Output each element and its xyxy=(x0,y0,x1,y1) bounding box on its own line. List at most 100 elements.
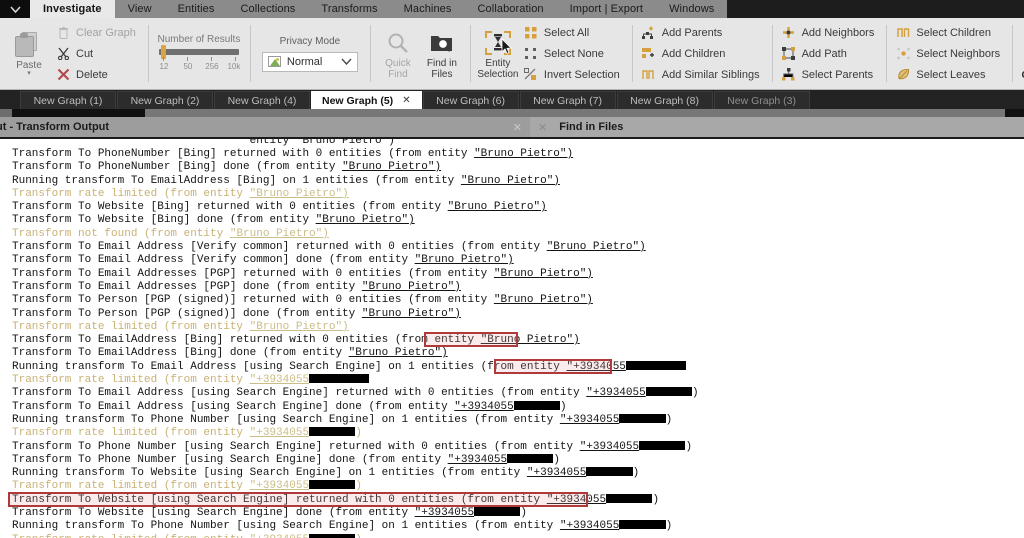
graph-tab-5[interactable]: New Graph (5) ✕ xyxy=(311,91,422,109)
ribbon-group-bookmarks: Select Bookmarked ▾ Select by Type ▾ Sel… xyxy=(1012,18,1024,89)
log-line: Transform rate limited (from entity "+39… xyxy=(0,427,1024,440)
find-in-files-panel-header[interactable]: ✕ Find in Files xyxy=(530,117,1024,137)
log-line-message: Transform To PhoneNumber [Bing] done (fr… xyxy=(12,161,343,174)
log-line: Transform To Email Address [Verify commo… xyxy=(0,241,1024,254)
select-all-button[interactable]: Select All xyxy=(524,24,626,41)
log-line-entity: "+3934055 xyxy=(249,480,310,493)
ribbon-group-clipboard: Paste ▾ Clear Graph Cut Delete xyxy=(0,18,148,89)
graph-tab-6[interactable]: New Graph (6) xyxy=(422,91,519,109)
graph-tab-label: New Graph (2) xyxy=(130,94,200,107)
select-all-label: Select All xyxy=(543,26,590,39)
log-line-message: Transform not found (from entity xyxy=(12,227,230,240)
select-leaves-button[interactable]: Select Leaves xyxy=(896,66,1006,83)
log-line-entity: "+3934055 xyxy=(250,534,309,538)
delete-label: Delete xyxy=(76,68,108,81)
log-line-entity: "Bruno Pietro") xyxy=(480,334,580,347)
chevron-down-icon[interactable] xyxy=(341,57,352,67)
redacted-value xyxy=(619,413,666,423)
menu-item-investigate[interactable]: Investigate xyxy=(30,0,115,18)
select-parents-button[interactable]: Select Parents xyxy=(782,66,881,83)
log-line: Transform rate limited (from entity "+39… xyxy=(0,374,1024,387)
delete-button[interactable]: Delete xyxy=(56,66,142,83)
graph-tab-1[interactable]: New Graph (1) xyxy=(20,91,116,109)
select-none-label: Select None xyxy=(543,47,604,60)
select-children-button[interactable]: Select Children xyxy=(896,24,1006,41)
add-children-button[interactable]: Add Children xyxy=(642,45,766,62)
chevron-down-icon[interactable] xyxy=(0,0,30,18)
log-line-message: Transform To Email Addresses [PGP] retur… xyxy=(12,267,494,280)
x-delete-icon xyxy=(56,68,70,82)
log-line-message: Running transform To Email Address [usin… xyxy=(12,360,567,373)
add-neighbors-button[interactable]: Add Neighbors xyxy=(782,24,881,41)
select-parents-label: Select Parents xyxy=(801,68,874,81)
magnifier-icon xyxy=(387,28,409,58)
log-line-message: Transform rate limited (from entity xyxy=(12,480,250,493)
scrollbar-thumb[interactable] xyxy=(145,109,1005,117)
log-line-entity: "+3934055 xyxy=(586,387,646,400)
log-line-entity: "+3934055 xyxy=(566,360,626,373)
menu-item-collaboration[interactable]: Collaboration xyxy=(464,0,557,18)
cut-button[interactable]: Cut xyxy=(56,45,142,62)
log-line: Transform To Website [Bing] done (from e… xyxy=(0,214,1024,227)
log-line: Transform To Phone Number [using Search … xyxy=(0,440,1024,454)
cut-label: Cut xyxy=(76,47,94,60)
log-line: Transform To EmailAddress [Bing] done (f… xyxy=(0,347,1024,360)
chevron-down-icon[interactable]: ▾ xyxy=(27,70,31,77)
add-parents-icon xyxy=(642,26,656,40)
menu-item-view[interactable]: View xyxy=(114,0,165,18)
menu-item-windows[interactable]: Windows xyxy=(656,0,728,18)
slider-track[interactable] xyxy=(158,45,239,59)
invert-selection-icon xyxy=(524,68,538,82)
number-of-results-slider[interactable]: Number of Results 12 50 256 10k xyxy=(154,34,244,73)
graph-tab-7[interactable]: New Graph (7) xyxy=(519,91,616,109)
log-line-entity: "+3934055 xyxy=(414,507,475,520)
log-line-tail: ) xyxy=(553,453,561,466)
find-in-files-button[interactable]: Find in Files xyxy=(420,28,464,80)
graph-tab-3[interactable]: New Graph (3) xyxy=(713,91,810,109)
add-similar-siblings-button[interactable]: Add Similar Siblings xyxy=(642,66,766,83)
log-line-entity: "Bruno Pietro") xyxy=(229,227,329,240)
log-line-entity: "+3934055 xyxy=(249,374,310,387)
tick-label: 50 xyxy=(183,62,193,71)
paste-button[interactable]: Paste ▾ xyxy=(6,31,52,77)
select-neighbors-button[interactable]: Select Neighbors xyxy=(896,45,1006,62)
log-line-entity: "+3934055 xyxy=(559,520,620,533)
log-line-tail: ) xyxy=(355,480,362,493)
clear-graph-button[interactable]: Clear Graph xyxy=(56,24,142,41)
entity-selection-button[interactable]: Entity Selection xyxy=(476,28,520,80)
tick-label: 12 xyxy=(159,62,169,71)
log-line-tail: ) xyxy=(685,440,693,453)
select-none-button[interactable]: Select None xyxy=(524,45,626,62)
menu-item-entities[interactable]: Entities xyxy=(164,0,228,18)
graph-tab-8[interactable]: New Graph (8) xyxy=(616,91,713,109)
select-neighbors-icon xyxy=(896,47,910,61)
log-line-message: Transform To Website [Bing] done (from e… xyxy=(12,214,316,227)
close-icon[interactable]: ✕ xyxy=(402,95,410,106)
select-children-label: Select Children xyxy=(916,26,991,39)
horizontal-scrollbar[interactable] xyxy=(0,109,1024,117)
quick-find-button[interactable]: Quick Find xyxy=(376,28,420,80)
privacy-mode-dropdown[interactable]: Normal xyxy=(261,51,358,72)
transform-output-panel-header[interactable]: ut - Transform Output ✕ xyxy=(0,117,530,137)
log-line-message: Transform rate limited (from entity xyxy=(12,427,250,440)
log-line-message: Running transform To Phone Number [using… xyxy=(12,413,560,426)
log-line-entity: "+3934055 xyxy=(546,493,607,506)
transform-output-log[interactable]: entity "Bruno Pietro") Transform To Phon… xyxy=(0,139,1024,538)
scrollbar-left-block xyxy=(0,109,12,117)
add-path-label: Add Path xyxy=(801,47,847,60)
close-icon[interactable]: ✕ xyxy=(538,121,547,134)
invert-selection-button[interactable]: Invert Selection xyxy=(524,66,626,83)
log-line-entity: "+3934055 xyxy=(249,427,310,440)
add-path-button[interactable]: Add Path xyxy=(782,45,881,62)
add-parents-button[interactable]: Add Parents xyxy=(642,24,766,41)
close-icon[interactable]: ✕ xyxy=(513,121,522,134)
redacted-value xyxy=(507,453,554,463)
menu-item-collections[interactable]: Collections xyxy=(227,0,309,18)
select-parents-icon xyxy=(782,68,796,82)
menu-item-machines[interactable]: Machines xyxy=(390,0,465,18)
graph-tab-4[interactable]: New Graph (4) xyxy=(214,91,310,109)
menu-item-import-export[interactable]: Import | Export xyxy=(556,0,657,18)
log-line: Transform rate limited (from entity "Bru… xyxy=(0,321,1024,334)
graph-tab-2[interactable]: New Graph (2) xyxy=(117,91,213,109)
menu-item-transforms[interactable]: Transforms xyxy=(308,0,391,18)
